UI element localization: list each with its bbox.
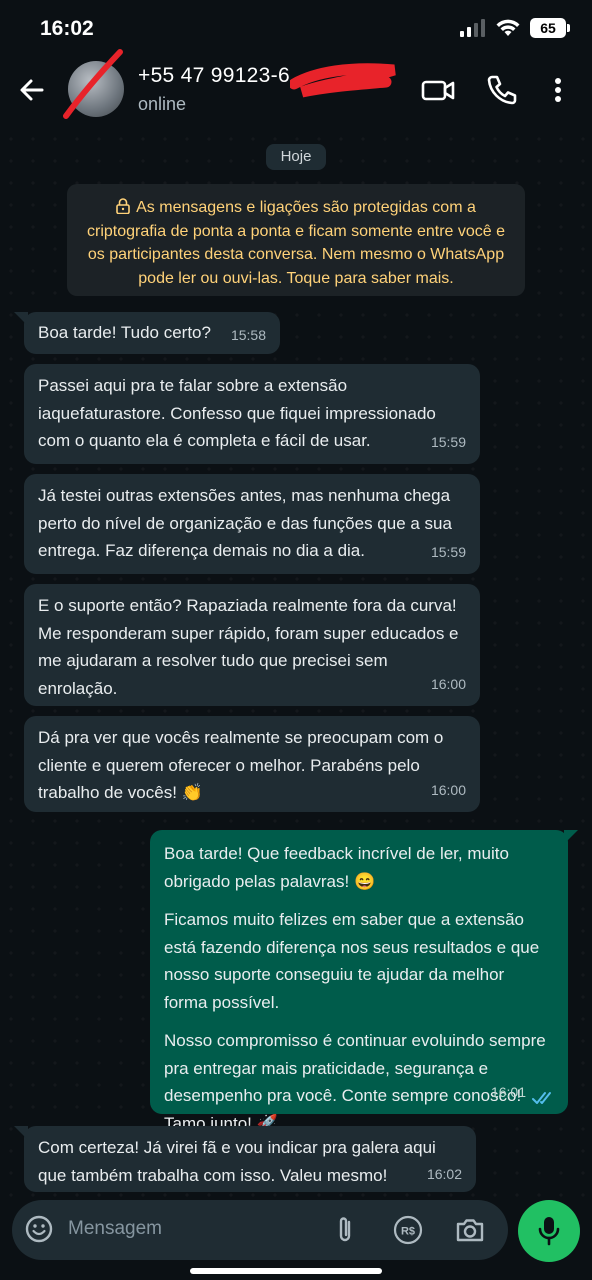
read-ticks-icon: [532, 1092, 551, 1104]
message-paragraph: Boa tarde! Que feedback incrível de ler,…: [164, 844, 509, 891]
contact-status: online: [138, 94, 187, 114]
message-time: 15:58: [230, 326, 266, 343]
message-text: Boa tarde! Tudo certo?: [38, 323, 211, 342]
encryption-notice-text: As mensagens e ligações são protegidas c…: [86, 199, 506, 287]
message-time: 16:01: [490, 1083, 526, 1100]
encryption-notice[interactable]: As mensagens e ligações são protegidas c…: [67, 184, 525, 296]
chat-header: +55 47 99123-6 online: [0, 49, 592, 128]
message-time: 15:59: [430, 543, 466, 560]
message-bubble-incoming[interactable]: Boa tarde! Tudo certo? 15:58: [14, 312, 280, 354]
message-bubble-outgoing[interactable]: Boa tarde! Que feedback incrível de ler,…: [150, 830, 578, 1133]
payment-icon[interactable]: R$: [392, 1214, 424, 1246]
more-options-icon[interactable]: [546, 72, 570, 108]
message-text: Com certeza! Já virei fã e vou indicar p…: [38, 1138, 436, 1185]
composer-bar: Mensagem R$: [0, 1200, 592, 1280]
message-bubble-incoming[interactable]: Já testei outras extensões antes, mas ne…: [24, 474, 480, 574]
message-time: 16:00: [430, 675, 466, 692]
message-input[interactable]: Mensagem R$: [12, 1200, 508, 1260]
message-text: Já testei outras extensões antes, mas ne…: [38, 486, 452, 560]
voice-call-icon[interactable]: [484, 72, 520, 108]
battery-level: 65: [540, 20, 556, 36]
wifi-icon: [496, 19, 520, 36]
message-bubble-incoming[interactable]: Dá pra ver que vocês realmente se preocu…: [24, 716, 480, 812]
voice-message-button[interactable]: [518, 1200, 580, 1262]
camera-icon[interactable]: [454, 1214, 486, 1246]
message-text: Dá pra ver que vocês realmente se preocu…: [38, 728, 444, 802]
signal-icon: [460, 19, 485, 37]
message-text: Passei aqui pra te falar sobre a extensã…: [38, 376, 436, 450]
message-time: 16:02: [426, 1165, 462, 1182]
message-time: 16:00: [430, 781, 466, 798]
message-bubble-incoming[interactable]: Passei aqui pra te falar sobre a extensã…: [24, 364, 480, 464]
chat-area[interactable]: Hoje As mensagens e ligações são protegi…: [0, 128, 592, 1200]
status-icons: 65: [460, 18, 570, 38]
battery-indicator: 65: [530, 18, 570, 38]
redaction-mark: [290, 63, 396, 98]
bubble-tail: [14, 1126, 28, 1140]
lock-icon: [116, 198, 130, 214]
emoji-icon[interactable]: [24, 1214, 54, 1244]
message-paragraph: Ficamos muito felizes em saber que a ext…: [164, 910, 540, 1012]
svg-text:R$: R$: [401, 1226, 415, 1238]
bubble-tail: [14, 312, 28, 326]
redaction-scribble: [63, 49, 123, 119]
microphone-icon: [538, 1217, 560, 1246]
message-bubble-incoming[interactable]: E o suporte então? Rapaziada realmente f…: [24, 584, 480, 706]
message-bubble-incoming[interactable]: Com certeza! Já virei fã e vou indicar p…: [14, 1126, 476, 1192]
status-time: 16:02: [40, 17, 94, 40]
bubble-tail: [564, 830, 578, 844]
home-indicator: [190, 1268, 382, 1274]
video-call-icon[interactable]: [420, 72, 456, 108]
date-chip: Hoje: [266, 144, 326, 170]
back-arrow-icon[interactable]: [14, 72, 50, 108]
attach-icon[interactable]: [332, 1214, 358, 1246]
message-time: 15:59: [430, 433, 466, 450]
message-input-placeholder: Mensagem: [68, 1218, 162, 1239]
contact-name[interactable]: +55 47 99123-6: [138, 64, 290, 88]
message-text: E o suporte então? Rapaziada realmente f…: [38, 596, 459, 698]
